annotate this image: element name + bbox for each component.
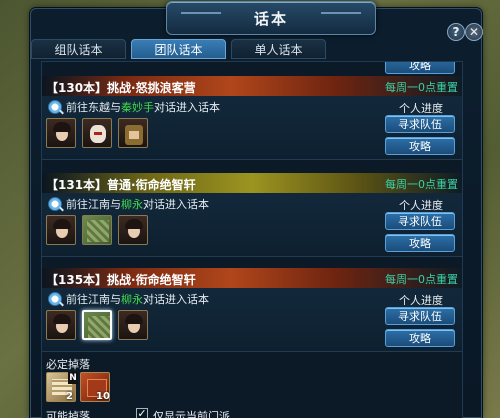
boss-portrait[interactable] (118, 118, 148, 148)
npc-link[interactable]: 柳永 (121, 293, 143, 306)
boss-portrait[interactable] (46, 310, 76, 340)
boss-portraits (46, 215, 148, 245)
guide-button[interactable]: 攻略 (385, 234, 455, 252)
guide-button[interactable]: 攻略 (385, 329, 455, 347)
quest-text[interactable]: 前往江南与柳永对话进入话本 (66, 196, 209, 212)
current-school-checkbox-label[interactable]: 仅显示当前门派 (153, 408, 230, 418)
quest-prefix: 前往江南与 (66, 198, 121, 211)
boss-portrait[interactable] (46, 215, 76, 245)
boss-portrait[interactable] (118, 310, 148, 340)
quest-suffix: 对话进入话本 (143, 198, 209, 211)
dungeon-panel: 前往东越与秦妙手对话进入话本 个人进度 寻求队伍 攻略 (42, 96, 462, 160)
current-school-checkbox[interactable]: ✓ (136, 408, 148, 418)
item-count: 2 (66, 391, 73, 402)
window-title: 话本 (253, 9, 288, 28)
item-count: 10 (96, 391, 110, 402)
dungeon-title: 【131本】普通·衔命绝智轩 (46, 178, 196, 192)
quest-text[interactable]: 前往东越与秦妙手对话进入话本 (66, 99, 220, 115)
quest-prefix: 前往东越与 (66, 101, 121, 114)
map-portrait-selected[interactable] (82, 310, 112, 340)
dungeon-header: 【130本】挑战·怒挑浪客营 每周一0点重置 (42, 76, 462, 96)
tab-raid[interactable]: 团队话本 (131, 39, 226, 59)
dungeon-header: 【135本】挑战·衔命绝智轩 每周一0点重置 (42, 268, 462, 288)
progress-label: 个人进度 (399, 199, 443, 212)
tab-team-5[interactable]: 组队话本 (31, 39, 126, 59)
quest-suffix: 对话进入话本 (154, 101, 220, 114)
guide-button[interactable]: 攻略 (385, 62, 455, 74)
quest-suffix: 对话进入话本 (143, 293, 209, 306)
boss-portraits (46, 118, 148, 148)
boss-portrait[interactable] (82, 118, 112, 148)
item-badge: N (68, 372, 78, 384)
progress-label: 个人进度 (399, 102, 443, 115)
dungeon-title: 【130本】挑战·怒挑浪客营 (46, 81, 196, 95)
find-team-button[interactable]: 寻求队伍 (385, 115, 455, 133)
guaranteed-drops-label: 必定掉落 (46, 358, 90, 371)
progress-label: 个人进度 (399, 294, 443, 307)
guide-button[interactable]: 攻略 (385, 137, 455, 155)
quest-prefix: 前往江南与 (66, 293, 121, 306)
boss-portrait[interactable] (118, 215, 148, 245)
reset-text: 每周一0点重置 (385, 178, 458, 191)
dungeon-panel: 前往江南与柳永对话进入话本 个人进度 寻求队伍 攻略 (42, 193, 462, 257)
dungeon-panel: 前往江南与柳永对话进入话本 个人进度 寻求队伍 攻略 (42, 288, 462, 352)
search-icon[interactable] (48, 100, 62, 114)
tab-solo[interactable]: 单人话本 (231, 39, 326, 59)
quest-text[interactable]: 前往江南与柳永对话进入话本 (66, 291, 209, 307)
dungeon-list[interactable]: 攻略 【130本】挑战·怒挑浪客营 每周一0点重置 前往东越与秦妙手对话进入话本… (41, 61, 463, 418)
search-icon[interactable] (48, 292, 62, 306)
reset-text: 每周一0点重置 (385, 81, 458, 94)
possible-drops-label: 可能掉落 (46, 410, 90, 418)
npc-link[interactable]: 柳永 (121, 198, 143, 211)
search-icon[interactable] (48, 197, 62, 211)
window-title-plate: 话本 (166, 1, 376, 35)
find-team-button[interactable]: 寻求队伍 (385, 212, 455, 230)
dungeon-window: 话本 ? ✕ 组队话本 团队话本 单人话本 攻略 【130本】挑战·怒挑浪客营 … (30, 1, 483, 418)
boss-portraits (46, 310, 148, 340)
dungeon-header: 【131本】普通·衔命绝智轩 每周一0点重置 (42, 173, 462, 193)
npc-link[interactable]: 秦妙手 (121, 101, 154, 114)
reset-text: 每周一0点重置 (385, 273, 458, 286)
map-portrait[interactable] (82, 215, 112, 245)
dungeon-title: 【135本】挑战·衔命绝智轩 (46, 273, 196, 287)
tab-bar: 组队话本 团队话本 单人话本 (31, 39, 481, 61)
boss-portrait[interactable] (46, 118, 76, 148)
find-team-button[interactable]: 寻求队伍 (385, 307, 455, 325)
